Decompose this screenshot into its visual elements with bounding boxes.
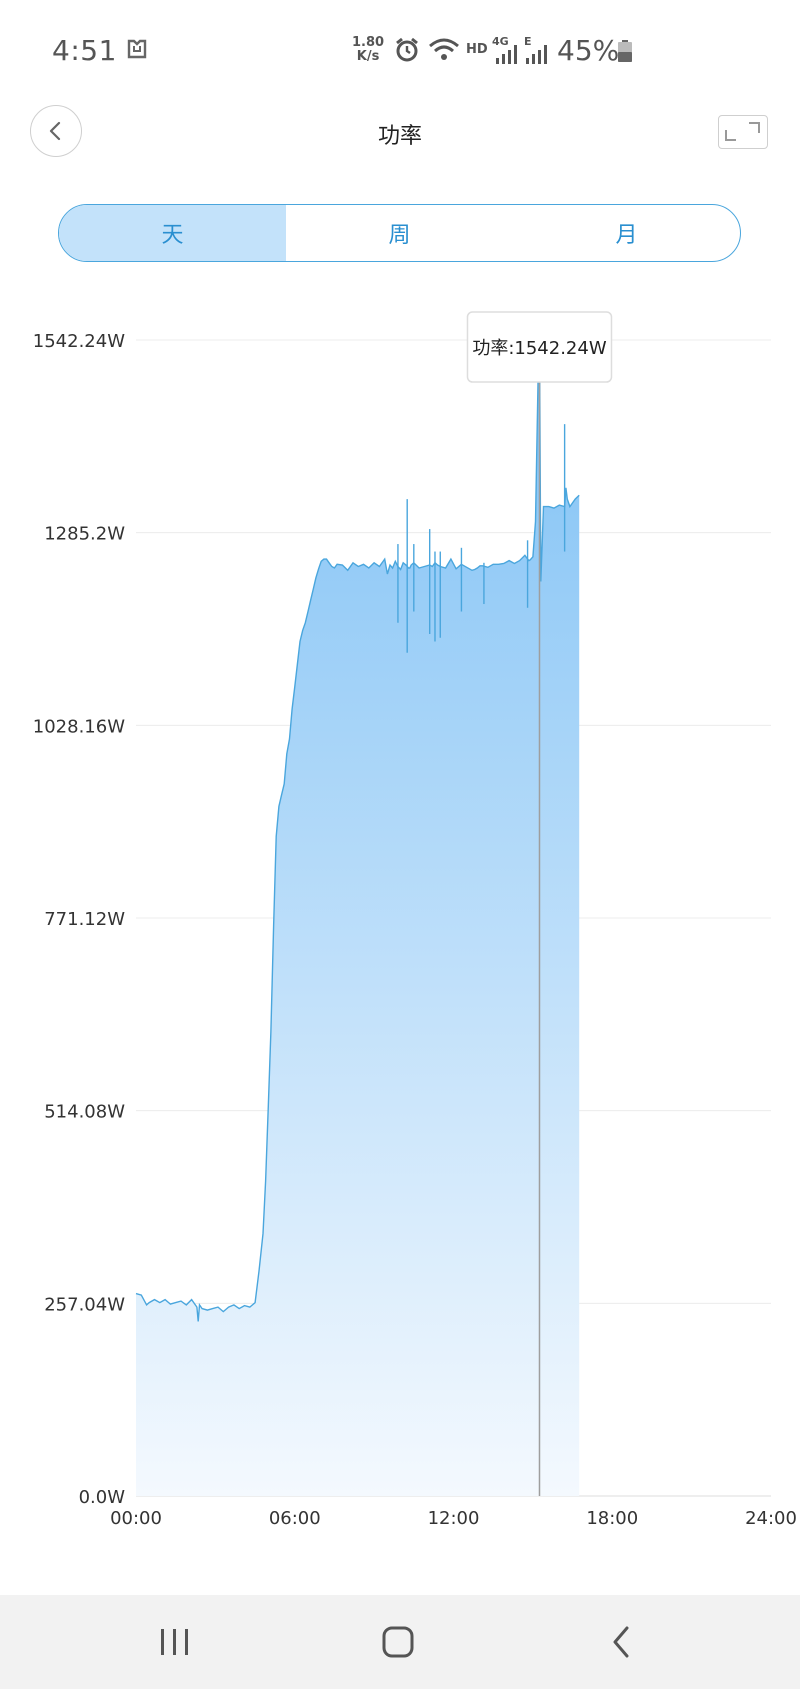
navigation-bar: [0, 1595, 800, 1689]
y-tick-label: 1028.16W: [33, 716, 125, 737]
alarm-icon: [396, 37, 418, 62]
power-chart[interactable]: 0.0W 257.04W 514.08W 771.12W 1028.16W 1285.2W…: [0, 300, 800, 1540]
y-tick-label: 1285.2W: [44, 524, 125, 545]
y-tick-label: 1542.24W: [33, 331, 125, 352]
tooltip-text: 功率:1542.24W: [472, 338, 606, 359]
x-tick-label: 24:00: [745, 1508, 797, 1529]
x-tick-label: 00:00: [110, 1508, 162, 1529]
mi-home-icon: [127, 39, 147, 59]
y-tick-label: 514.08W: [44, 1102, 125, 1123]
signal-e-icon: [526, 45, 547, 64]
recent-apps-icon: [161, 1629, 188, 1655]
battery-icon: [618, 40, 632, 62]
tab-week[interactable]: 周: [286, 205, 513, 261]
home-icon: [382, 1626, 414, 1658]
wifi-icon: [429, 38, 459, 60]
x-tick-label: 06:00: [269, 1508, 321, 1529]
period-tabs: 天 周 月: [58, 204, 741, 262]
status-bar: 4:51 1.80 K/s HD 4G E 45%: [0, 0, 800, 100]
home-button[interactable]: [368, 1617, 428, 1667]
page-title: 功率: [377, 124, 422, 149]
battery-percent: 45%: [557, 34, 620, 67]
y-tick-label: 257.04W: [44, 1294, 125, 1315]
fullscreen-button[interactable]: [718, 115, 768, 149]
y-tick-label: 771.12W: [44, 909, 125, 930]
nav-back-button[interactable]: [592, 1617, 652, 1667]
tab-month[interactable]: 月: [513, 205, 740, 261]
expand-icon: [725, 122, 760, 141]
tooltip: 功率:1542.24W: [466, 311, 613, 383]
status-time: 4:51: [52, 34, 117, 67]
recent-apps-button[interactable]: [145, 1617, 205, 1667]
back-icon: [613, 1626, 629, 1658]
x-tick-label: 18:00: [586, 1508, 638, 1529]
signal-4g-icon: [496, 45, 517, 64]
tab-day[interactable]: 天: [59, 205, 286, 261]
network-speed: 1.80 K/s: [352, 35, 385, 64]
y-tick-label: 0.0W: [79, 1487, 126, 1508]
x-tick-label: 12:00: [428, 1508, 480, 1529]
hd-label: HD: [466, 42, 488, 57]
